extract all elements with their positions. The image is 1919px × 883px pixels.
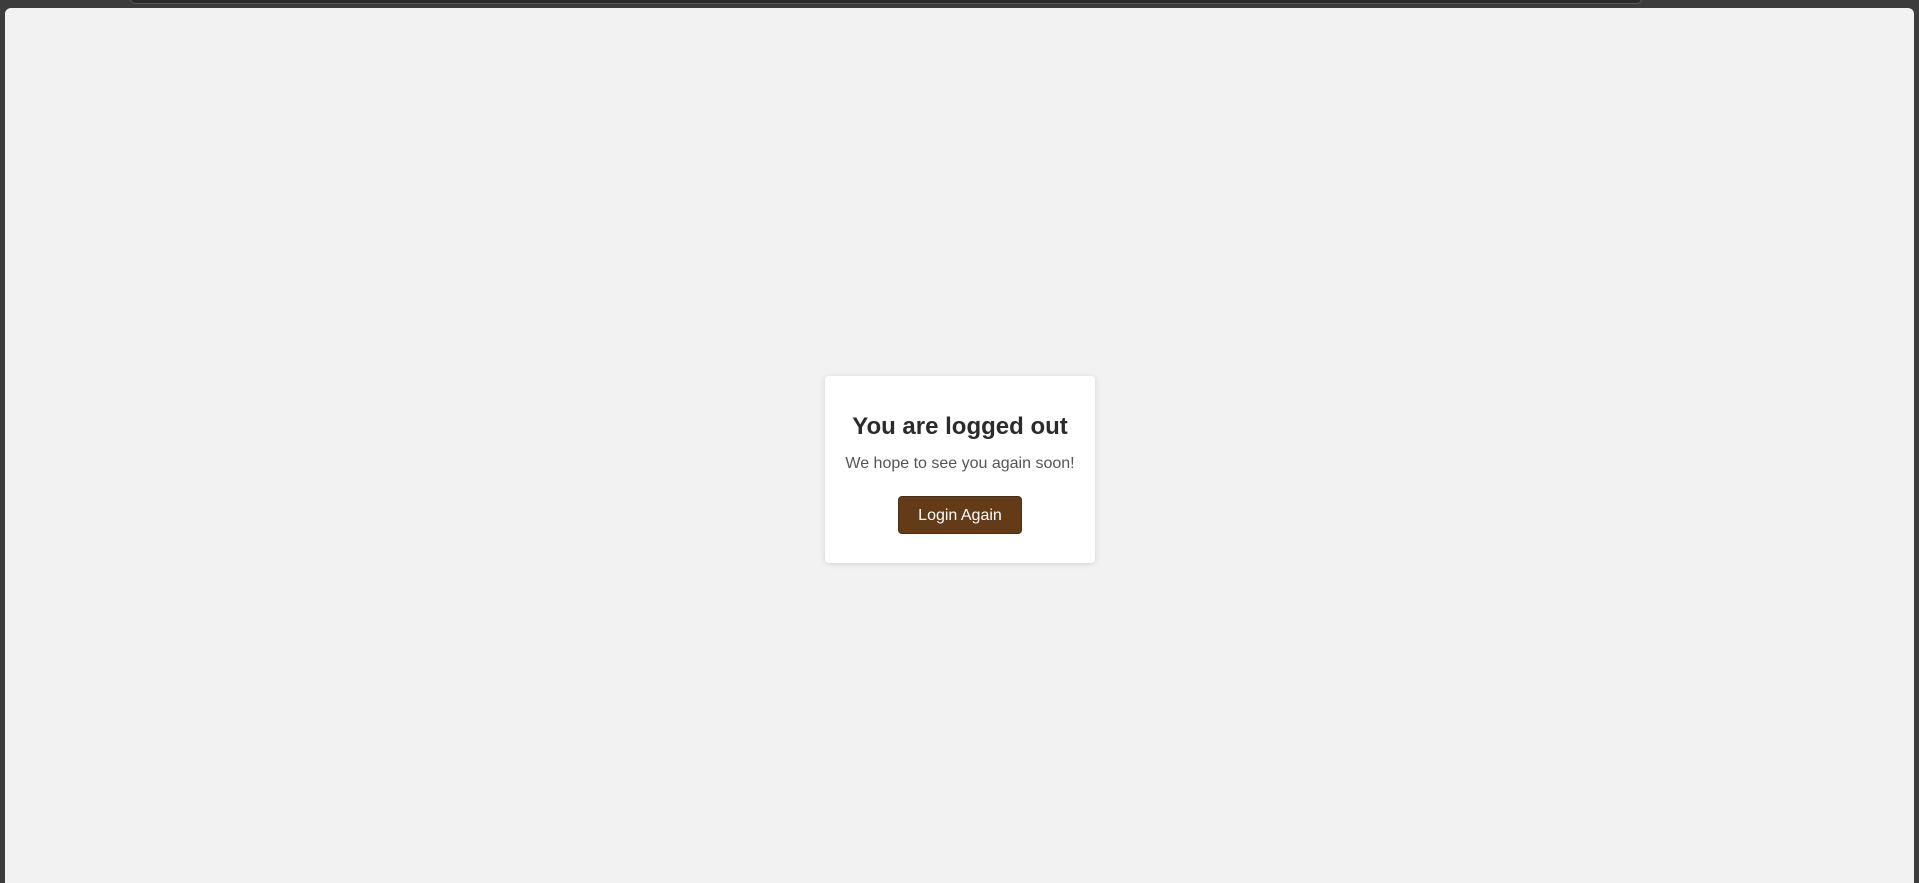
- address-bar[interactable]: [130, 0, 1642, 4]
- page-viewport: You are logged out We hope to see you ag…: [5, 8, 1914, 883]
- logout-message: We hope to see you again soon!: [845, 455, 1075, 472]
- browser-top-bar: [0, 0, 1919, 8]
- logout-card: You are logged out We hope to see you ag…: [825, 376, 1095, 563]
- logout-title: You are logged out: [852, 413, 1068, 440]
- login-again-button[interactable]: Login Again: [898, 496, 1022, 534]
